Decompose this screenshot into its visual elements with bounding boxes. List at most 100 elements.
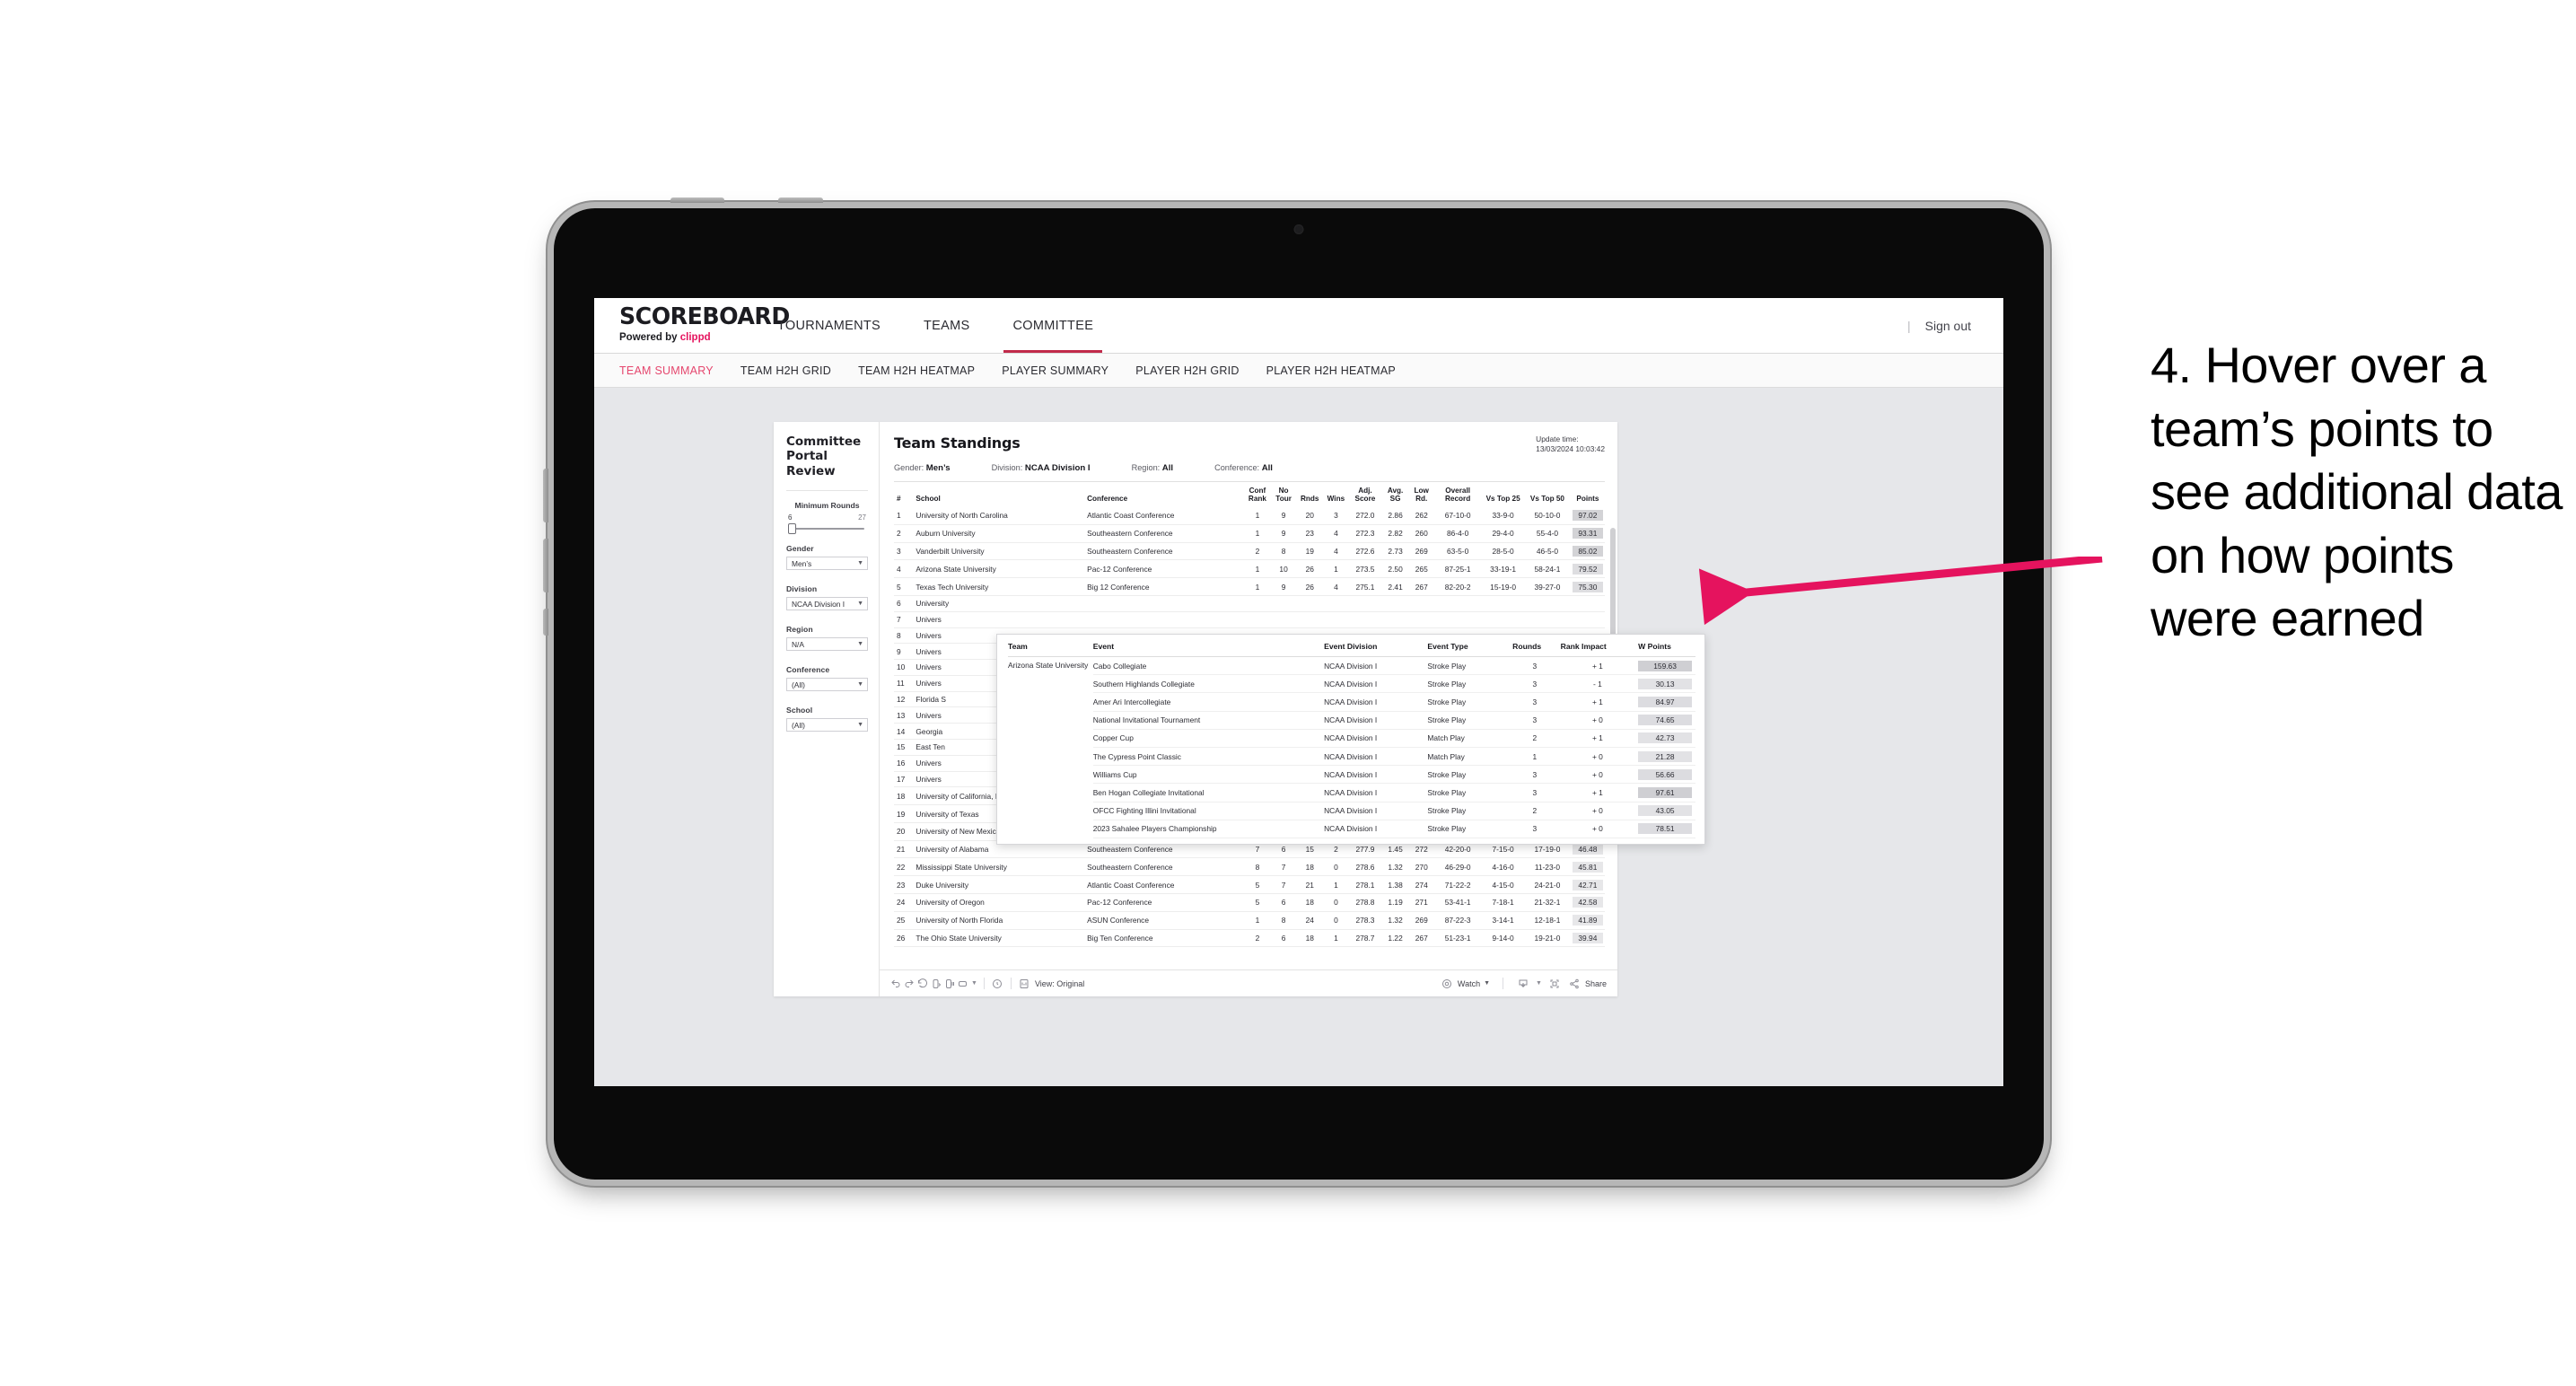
col-no-tour[interactable]: No Tour [1271, 482, 1297, 507]
col-vs-top-50[interactable]: Vs Top 50 [1524, 482, 1571, 507]
tab-team-summary[interactable]: TEAM SUMMARY [619, 364, 714, 377]
cell-rank: 15 [894, 739, 915, 756]
col-conference[interactable]: Conference [1085, 482, 1244, 507]
conference-select[interactable]: (All) ▼ [786, 678, 868, 692]
undo-icon[interactable] [889, 977, 902, 990]
volume-down-button[interactable] [543, 539, 548, 592]
tab-player-h2h-grid[interactable]: PLAYER H2H GRID [1135, 364, 1239, 377]
tooltip-event-type: Match Play [1427, 747, 1513, 767]
cell-conf-rank: 2 [1244, 542, 1271, 561]
tooltip-event-division: NCAA Division I [1324, 747, 1428, 767]
points-value[interactable]: 93.31 [1572, 528, 1603, 539]
revert-icon[interactable] [916, 977, 929, 990]
table-row[interactable]: 26 The Ohio State University Big Ten Confe… [894, 929, 1605, 948]
col-rnds[interactable]: Rnds [1297, 482, 1323, 507]
nav-item-teams[interactable]: TEAMS [902, 298, 991, 353]
table-row[interactable]: 3 Vanderbilt University Southeastern Confe… [894, 542, 1605, 561]
watch-button[interactable]: Watch ▼ [1441, 977, 1490, 990]
col-avg-sg[interactable]: Avg. SG [1381, 482, 1409, 507]
cell-points[interactable]: 42.58 [1570, 893, 1605, 912]
minimum-rounds-slider[interactable] [788, 523, 864, 535]
points-value[interactable]: 46.48 [1572, 844, 1603, 855]
col-low-rd[interactable]: Low Rd. [1409, 482, 1433, 507]
brand-logo[interactable]: SCOREBOARD Powered by clippd [594, 298, 790, 353]
refresh-data-icon[interactable] [929, 977, 942, 990]
tab-team-h2h-grid[interactable]: TEAM H2H GRID [740, 364, 831, 377]
table-row[interactable]: 25 University of North Florida ASUN Confer… [894, 911, 1605, 930]
col-adj-score[interactable]: Adj. Score [1349, 482, 1381, 507]
view-original-button[interactable]: View: Original [1018, 977, 1084, 990]
cell-points[interactable]: 45.81 [1570, 857, 1605, 877]
table-row[interactable]: 2 Auburn University Southeastern Conferenc… [894, 524, 1605, 543]
col-rank[interactable]: # [894, 482, 914, 507]
download-chevron-icon[interactable]: ▼ [1536, 980, 1542, 987]
tab-player-h2h-heatmap[interactable]: PLAYER H2H HEATMAP [1266, 364, 1396, 377]
col-school[interactable]: School [914, 482, 1085, 507]
dashboard-canvas: Committee Portal Review Minimum Rounds 6… [594, 388, 2003, 1086]
col-vs-top-25[interactable]: Vs Top 25 [1482, 482, 1524, 507]
division-select[interactable]: NCAA Division I ▼ [786, 597, 868, 611]
cell-points[interactable]: 97.02 [1570, 507, 1605, 525]
cell-points[interactable]: 93.31 [1570, 524, 1605, 543]
table-row[interactable]: 6 University [894, 595, 1605, 612]
points-value[interactable]: 39.94 [1572, 932, 1603, 943]
points-value[interactable]: 79.52 [1572, 563, 1603, 575]
volume-up-button[interactable] [543, 469, 548, 522]
table-row[interactable]: 4 Arizona State University Pac-12 Conferen… [894, 559, 1605, 579]
cell-points[interactable]: 39.94 [1570, 929, 1605, 948]
table-row[interactable]: 1 University of North Carolina Atlantic Co… [894, 507, 1605, 525]
sign-out-link[interactable]: Sign out [1925, 319, 1971, 333]
cell-adj-score: 272.6 [1348, 542, 1381, 561]
share-button[interactable]: Share [1568, 977, 1607, 990]
cell-points[interactable] [1570, 595, 1605, 612]
cell-points[interactable]: 79.52 [1570, 559, 1605, 579]
tt-col-w-points: W Points [1638, 642, 1695, 657]
device-preview-chevron-icon[interactable]: ▼ [971, 980, 977, 987]
points-value[interactable]: 42.71 [1572, 879, 1603, 890]
pause-auto-update-icon[interactable] [942, 977, 956, 990]
cell-points[interactable] [1570, 611, 1605, 628]
redo-icon[interactable] [902, 977, 916, 990]
col-overall-record[interactable]: Overall Record [1433, 482, 1482, 507]
nav-item-committee[interactable]: COMMITTEE [991, 298, 1115, 353]
table-row[interactable]: 5 Texas Tech University Big 12 Conference 1… [894, 577, 1605, 596]
school-select[interactable]: (All) ▼ [786, 718, 868, 732]
points-value[interactable]: 75.30 [1572, 581, 1603, 592]
table-row[interactable]: 22 Mississippi State University Southeaste… [894, 857, 1605, 877]
cell-school: The Ohio State University [914, 929, 1086, 948]
tooltip-event-type: Stroke Play [1427, 656, 1513, 676]
cell-points[interactable]: 85.02 [1570, 542, 1605, 561]
points-value[interactable]: 45.81 [1572, 861, 1603, 873]
points-value[interactable]: 97.02 [1572, 510, 1603, 522]
side-button[interactable] [543, 609, 548, 636]
col-points[interactable]: Points [1571, 482, 1605, 507]
cell-adj-score [1348, 611, 1381, 628]
slider-handle[interactable] [788, 523, 796, 535]
cell-no-tour: 10 [1270, 559, 1297, 579]
tab-team-h2h-heatmap[interactable]: TEAM H2H HEATMAP [858, 364, 975, 377]
gender-select[interactable]: Men’s ▼ [786, 557, 868, 571]
region-select[interactable]: N/A ▼ [786, 637, 868, 652]
power-button[interactable] [670, 197, 724, 203]
download-icon[interactable] [1516, 977, 1529, 990]
ask-data-icon[interactable] [991, 977, 1004, 990]
points-value[interactable]: 42.58 [1572, 897, 1603, 908]
nav-item-tournaments[interactable]: TOURNAMENTS [756, 298, 902, 353]
table-row[interactable]: 24 University of Oregon Pac-12 Conference 5… [894, 893, 1605, 912]
table-row[interactable]: 7 Univers [894, 611, 1605, 628]
cell-points[interactable]: 41.89 [1570, 911, 1605, 930]
table-row[interactable]: 23 Duke University Atlantic Coast Conferen… [894, 875, 1605, 895]
col-conf-rank[interactable]: Conf Rank [1244, 482, 1270, 507]
tooltip-rank-impact: - 1 [1560, 674, 1639, 694]
col-wins[interactable]: Wins [1323, 482, 1349, 507]
points-value[interactable]: 41.89 [1572, 915, 1603, 926]
fullscreen-icon[interactable] [1548, 977, 1562, 990]
slider-min-value: 6 [788, 513, 793, 522]
points-value[interactable]: 85.02 [1572, 546, 1603, 557]
device-preview-icon[interactable] [956, 977, 969, 990]
update-time-label: Update time: [1536, 434, 1579, 443]
tab-player-summary[interactable]: PLAYER SUMMARY [1002, 364, 1108, 377]
cell-rank: 3 [894, 542, 915, 561]
cell-points[interactable]: 75.30 [1570, 577, 1605, 596]
cell-points[interactable]: 42.71 [1570, 875, 1605, 895]
